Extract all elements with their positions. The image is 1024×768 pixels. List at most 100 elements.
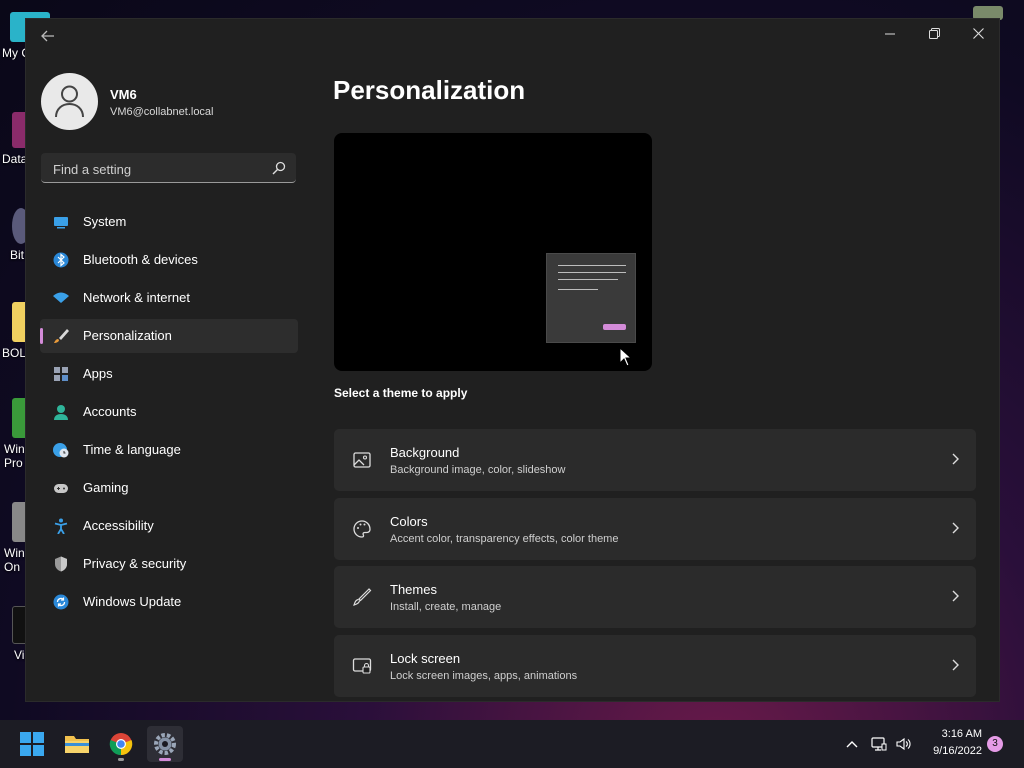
start-button[interactable] — [14, 726, 50, 762]
card-title: Lock screen — [390, 651, 461, 666]
brush-icon — [54, 329, 69, 343]
back-arrow-icon — [41, 30, 54, 42]
palette-icon — [353, 520, 371, 538]
search-box — [41, 153, 296, 183]
wifi-icon — [53, 292, 69, 303]
sidebar-item-accessibility[interactable]: Accessibility — [40, 509, 298, 543]
notification-badge[interactable]: 3 — [987, 736, 1003, 752]
user-name: VM6 — [110, 87, 137, 102]
section-label: Select a theme to apply — [334, 386, 468, 400]
sidebar-item-label: Bluetooth & devices — [83, 252, 198, 267]
user-icon — [55, 85, 84, 118]
sidebar-item-label: System — [83, 214, 127, 229]
minimize-icon — [885, 33, 895, 35]
chevron-up-icon[interactable] — [844, 736, 860, 752]
sidebar-item-windows-update[interactable]: Windows Update — [40, 585, 298, 619]
search-input[interactable] — [51, 158, 265, 180]
clock-date[interactable]: 9/16/2022 — [926, 745, 982, 757]
sidebar-item-bluetooth-devices[interactable]: Bluetooth & devices — [40, 243, 298, 277]
back-button[interactable] — [38, 29, 58, 49]
preview-line — [558, 289, 598, 290]
close-icon — [972, 28, 984, 39]
sidebar-item-label: Gaming — [83, 480, 129, 495]
pen-icon — [353, 588, 372, 606]
chevron-right-icon — [952, 590, 959, 602]
user-email: VM6@collabnet.local — [110, 106, 214, 118]
chevron-right-icon — [952, 453, 959, 465]
card-title: Colors — [390, 514, 428, 529]
volume-icon[interactable] — [896, 736, 912, 752]
sidebar-item-label: Network & internet — [83, 290, 190, 305]
card-title: Background — [390, 445, 460, 460]
desktop-icon-label: Win Pro — [4, 442, 25, 470]
update-icon — [53, 594, 69, 610]
search-icon[interactable] — [272, 161, 286, 175]
sidebar-item-privacy-security[interactable]: Privacy & security — [40, 547, 298, 581]
sidebar-item-accounts[interactable]: Accounts — [40, 395, 298, 429]
sidebar-item-label: Accounts — [83, 404, 137, 419]
sidebar-item-label: Time & language — [83, 442, 181, 457]
sidebar-item-system[interactable]: System — [40, 205, 298, 239]
apps-icon — [54, 367, 68, 381]
lock-screen-card[interactable]: Lock screen Lock screen images, apps, an… — [334, 635, 976, 697]
lock-screen-icon — [352, 658, 372, 674]
globe-clock-icon — [53, 443, 69, 458]
taskbar: 3:16 AM 9/16/2022 3 — [0, 720, 1024, 768]
sidebar-item-label: Privacy & security — [83, 556, 187, 571]
chevron-right-icon — [952, 522, 959, 534]
system-icon — [54, 217, 68, 229]
themes-card[interactable]: Themes Install, create, manage — [334, 566, 976, 628]
chrome-button[interactable] — [103, 726, 139, 762]
colors-card[interactable]: Colors Accent color, transparency effect… — [334, 498, 976, 560]
image-icon — [353, 452, 371, 468]
sidebar-item-label: Windows Update — [83, 594, 182, 609]
sidebar-item-apps[interactable]: Apps — [40, 357, 298, 391]
shield-icon — [55, 556, 67, 572]
restore-icon — [928, 28, 940, 39]
network-icon[interactable] — [871, 736, 887, 752]
card-subtitle: Background image, color, slideshow — [390, 464, 566, 476]
card-subtitle: Install, create, manage — [390, 601, 502, 613]
file-explorer-button[interactable] — [59, 726, 95, 762]
theme-preview — [334, 133, 652, 371]
close-button[interactable] — [956, 19, 999, 49]
sidebar-item-label: Personalization — [83, 328, 172, 343]
minimize-button[interactable] — [868, 19, 912, 49]
settings-icon — [154, 733, 176, 755]
start-icon — [20, 732, 44, 756]
sidebar-item-personalization[interactable]: Personalization — [40, 319, 298, 353]
gamepad-icon — [54, 484, 68, 493]
running-indicator — [118, 758, 124, 761]
preview-line — [558, 265, 626, 266]
preview-window — [546, 253, 636, 343]
clock-time[interactable]: 3:16 AM — [930, 728, 982, 740]
user-profile[interactable]: VM6 VM6@collabnet.local — [41, 73, 311, 133]
sidebar-item-label: Accessibility — [83, 518, 154, 533]
card-subtitle: Lock screen images, apps, animations — [390, 670, 578, 682]
settings-window: VM6 VM6@collabnet.local System Bluetooth… — [25, 18, 1000, 702]
avatar — [41, 73, 98, 130]
desktop-icon-label: Win On — [4, 546, 25, 574]
sidebar-item-time-language[interactable]: Time & language — [40, 433, 298, 467]
sidebar-item-network-internet[interactable]: Network & internet — [40, 281, 298, 315]
page-title: Personalization — [333, 75, 526, 105]
settings-taskbar-button[interactable] — [147, 726, 183, 762]
sidebar-item-label: Apps — [83, 366, 113, 381]
background-card[interactable]: Background Background image, color, slid… — [334, 429, 976, 491]
active-indicator — [159, 758, 171, 761]
account-icon — [54, 405, 68, 420]
chevron-right-icon — [952, 659, 959, 671]
accessibility-icon — [54, 518, 68, 534]
sidebar-item-gaming[interactable]: Gaming — [40, 471, 298, 505]
chrome-icon — [109, 733, 133, 756]
card-title: Themes — [390, 582, 437, 597]
card-subtitle: Accent color, transparency effects, colo… — [390, 533, 619, 545]
file-explorer-icon — [65, 736, 89, 753]
sidebar-nav: System Bluetooth & devices Network & int… — [40, 205, 298, 623]
restore-button[interactable] — [912, 19, 956, 49]
preview-line — [558, 272, 626, 273]
title-bar — [26, 19, 999, 51]
preview-accent-button — [603, 324, 626, 330]
bluetooth-icon — [53, 252, 69, 268]
mouse-cursor-icon — [619, 347, 631, 367]
